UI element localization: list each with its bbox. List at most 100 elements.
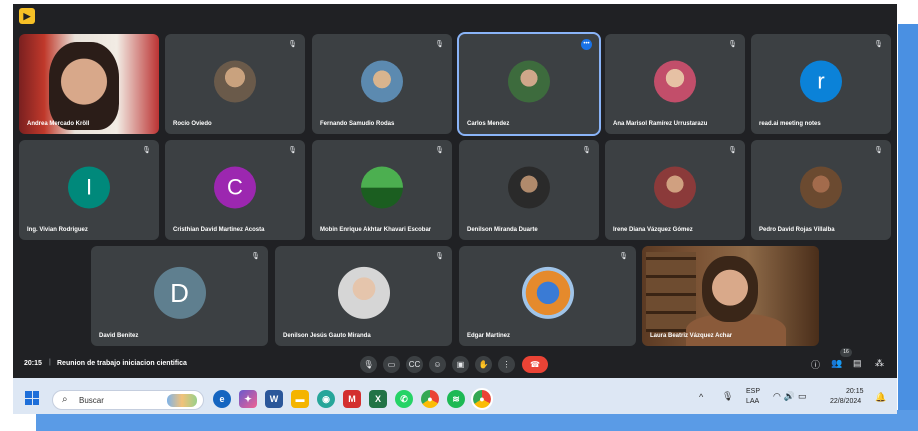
mic-off-icon: 🎙 [728,147,737,154]
search-placeholder: Buscar [79,396,104,405]
raise-hand-icon[interactable]: ✋ [475,356,492,373]
mic-off-icon: 🎙 [435,41,444,48]
meeting-control-bar: 20:15 | Reunion de trabajo iniciacion ci… [13,348,897,376]
emoji-icon[interactable]: ☺ [429,356,446,373]
participant-name: Denilson Jesús Gauto Miranda [283,333,371,339]
mic-icon[interactable]: 🎙 [360,356,377,373]
chat-icon[interactable]: ▤ [853,358,862,369]
participant-tile[interactable]: 🎙 Pedro David Rojas Villalba [751,140,891,240]
participant-video [702,256,758,322]
participant-video [49,42,119,130]
spotify-icon[interactable]: ≋ [447,390,465,408]
whatsapp-icon[interactable]: ✆ [395,390,413,408]
people-count-badge: 16 [840,348,852,357]
participant-tile[interactable]: Andrea Mercado Kröll [19,34,159,134]
mic-off-icon: 🎙 [619,253,628,260]
participant-tile[interactable]: 🎙 Mobin Enrique Akhtar Khavari Escobar [312,140,452,240]
participant-tile[interactable]: 🎙 Rocío Oviedo [165,34,305,134]
windows-start-icon[interactable] [25,391,39,405]
avatar: D [153,266,206,319]
language-indicator[interactable]: ESP [746,388,760,395]
mic-off-icon: 🎙 [582,147,591,154]
participant-name: read.ai meeting notes [759,121,821,127]
clock-time[interactable]: 20:15 [846,388,864,395]
people-icon[interactable]: 👥 [831,358,842,369]
search-highlight-image [167,394,197,407]
participant-tile[interactable]: 🎙 Edgar Martinez [459,246,636,346]
participant-name: Andrea Mercado Kröll [27,121,90,127]
participant-tile[interactable]: 🎙 C Cristhian David Martinez Acosta [165,140,305,240]
participant-name: Rocío Oviedo [173,121,212,127]
avatar [800,166,842,209]
participant-tile[interactable]: 🎙 I Ing. Vivian Rodriguez [19,140,159,240]
word-icon[interactable]: W [265,390,283,408]
end-call-icon[interactable]: ☎ [522,356,548,373]
avatar [214,60,256,103]
keyboard-layout-indicator[interactable]: LAA [746,398,759,405]
search-icon: ⌕ [62,394,68,405]
chrome-icon[interactable]: ● [421,390,439,408]
taskbar-search-input[interactable]: ⌕ Buscar [52,390,204,410]
participant-tile[interactable]: 🎙 r read.ai meeting notes [751,34,891,134]
participant-name: Pedro David Rojas Villalba [759,227,835,233]
mic-off-icon: 🎙 [288,147,297,154]
participant-name: Irene Diana Vázquez Gómez [613,227,693,233]
more-icon[interactable]: ⋮ [498,356,515,373]
wifi-sound-battery-icon[interactable]: ◠🔊▭ [773,391,810,402]
present-icon[interactable]: ▣ [452,356,469,373]
notification-bell-icon[interactable]: 🔔 [875,392,886,403]
avatar: C [214,166,256,209]
app-red-icon[interactable]: M [343,390,361,408]
mic-off-icon: 🎙 [251,253,260,260]
info-icon[interactable]: ⓘ [811,358,820,371]
avatar [508,166,550,209]
edge-icon[interactable]: e [213,390,231,408]
participant-tile[interactable]: 🎙 Irene Diana Vázquez Gómez [605,140,745,240]
participant-tile[interactable]: 🎙 D David Benitez [91,246,268,346]
participant-name: Fernando Samudio Rodas [320,121,395,127]
meet-window: ▶ Andrea Mercado Kröll 🎙 Rocío Oviedo 🎙 … [13,4,897,414]
speaking-indicator-icon: ••• [581,39,592,50]
participant-name: Denilson Miranda Duarte [467,227,538,233]
chrome-canary-icon[interactable]: ◉ [317,390,335,408]
chrome-active-icon[interactable]: ● [471,388,493,410]
meeting-time: 20:15 [24,360,42,367]
clock-date[interactable]: 22/8/2024 [830,398,861,405]
file-explorer-icon[interactable]: ▬ [291,390,309,408]
participant-tile[interactable]: Laura Beatriz Vázquez Achar [642,246,819,346]
participant-name: Ana Marisol Ramírez Urrustarazu [613,121,708,127]
mic-off-icon: 🎙 [288,41,297,48]
mic-off-icon: 🎙 [435,147,444,154]
captions-icon[interactable]: CC [406,356,423,373]
copilot-icon[interactable]: ✦ [239,390,257,408]
mic-off-icon: 🎙 [874,147,883,154]
activities-icon[interactable]: ⁂ [875,358,884,369]
participant-tile[interactable]: 🎙 Denilson Jesús Gauto Miranda [275,246,452,346]
chevron-up-icon[interactable]: ^ [699,392,703,402]
bookshelf-background [646,252,696,332]
participant-name: Mobin Enrique Akhtar Khavari Escobar [320,227,432,233]
avatar: I [68,166,110,209]
mic-tray-icon[interactable]: 🎙 [722,391,733,402]
meeting-title: Reunion de trabajo iniciacion cientifica [57,360,187,367]
separator: | [49,359,51,366]
screenshot-stage: ▶ Andrea Mercado Kröll 🎙 Rocío Oviedo 🎙 … [0,0,918,431]
participant-tile[interactable]: 🎙 Fernando Samudio Rodas [312,34,452,134]
avatar [521,266,574,319]
mic-off-icon: 🎙 [728,41,737,48]
mic-off-icon: 🎙 [142,147,151,154]
avatar [508,60,550,103]
participant-tile[interactable]: 🎙 Ana Marisol Ramírez Urrustarazu [605,34,745,134]
background-accent [898,24,918,410]
avatar [361,60,403,103]
participant-name: Edgar Martinez [467,333,511,339]
windows-taskbar: ⌕ Buscar e ✦ W ▬ ◉ M X ✆ ● ≋ ● ^ 🎙 ESP L… [13,378,897,414]
participant-name: David Benitez [99,333,139,339]
avatar [361,166,403,209]
participant-name: Ing. Vivian Rodriguez [27,227,88,233]
camera-icon[interactable]: ▭ [383,356,400,373]
excel-icon[interactable]: X [369,390,387,408]
avatar: r [800,60,842,103]
participant-tile[interactable]: ••• Carlos Mendez [457,32,601,136]
participant-tile[interactable]: 🎙 Denilson Miranda Duarte [459,140,599,240]
